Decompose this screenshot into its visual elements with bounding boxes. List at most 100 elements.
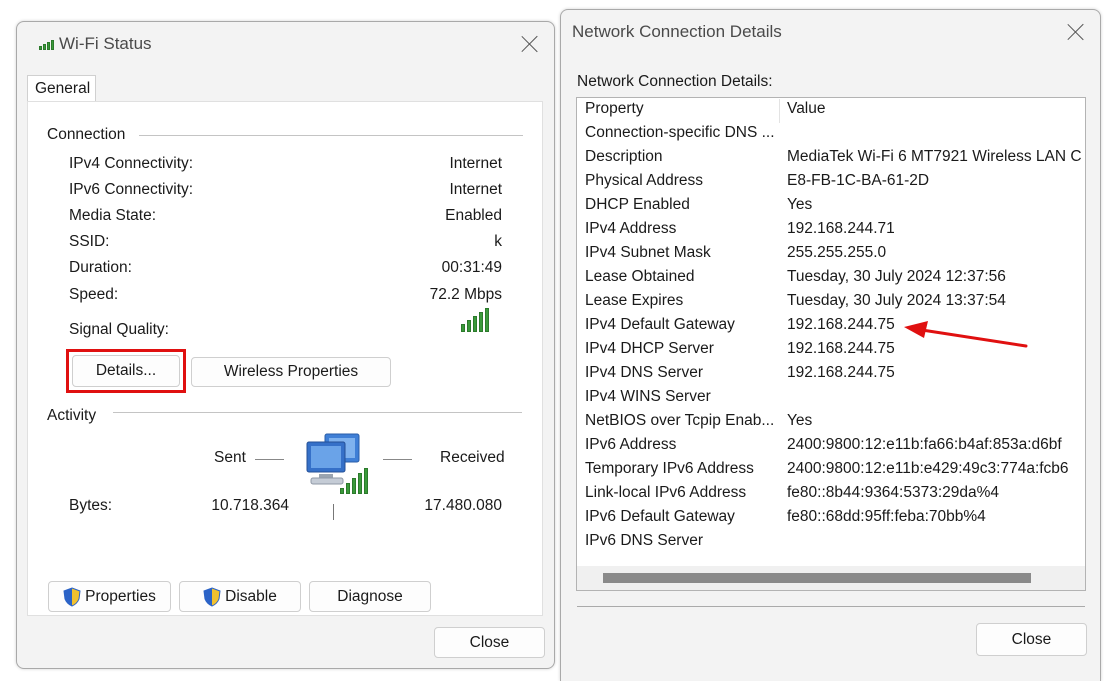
media-state-value: Enabled xyxy=(445,207,502,224)
value-cell: Tuesday, 30 July 2024 12:37:56 xyxy=(787,268,1006,285)
value-cell: 192.168.244.75 xyxy=(787,364,895,381)
value-cell: 192.168.244.75 xyxy=(787,340,895,357)
connection-divider xyxy=(139,135,523,136)
column-header-property[interactable]: Property xyxy=(585,100,781,118)
close-icon[interactable] xyxy=(1066,22,1086,42)
disable-button-label: Disable xyxy=(225,587,277,605)
property-cell: Link-local IPv6 Address xyxy=(585,484,747,501)
list-item[interactable]: DHCP Enabled Yes xyxy=(577,194,1085,218)
shield-icon xyxy=(63,586,81,607)
property-cell: Connection-specific DNS ... xyxy=(585,124,775,141)
list-item[interactable]: Description MediaTek Wi-Fi 6 MT7921 Wirel… xyxy=(577,146,1085,170)
properties-button[interactable]: Properties xyxy=(48,581,171,612)
scrollbar-thumb[interactable] xyxy=(603,573,1031,583)
wifi-status-titlebar[interactable]: Wi-Fi Status xyxy=(17,22,554,66)
property-cell: IPv6 Default Gateway xyxy=(585,508,735,525)
property-cell: IPv4 WINS Server xyxy=(585,388,711,405)
list-item[interactable]: Connection-specific DNS ... xyxy=(577,122,1085,146)
value-cell: Yes xyxy=(787,412,813,429)
duration-label: Duration: xyxy=(69,259,132,276)
tab-general[interactable]: General xyxy=(27,75,96,102)
signal-quality-label: Signal Quality: xyxy=(69,321,169,338)
bytes-received-value: 17.480.080 xyxy=(424,497,502,514)
list-item[interactable]: Lease Obtained Tuesday, 30 July 2024 12:3… xyxy=(577,266,1085,290)
value-cell: fe80::8b44:9364:5373:29da%4 xyxy=(787,484,1000,501)
list-item[interactable]: IPv6 Address 2400:9800:12:e11b:fa66:b4af:… xyxy=(577,434,1085,458)
close-icon[interactable] xyxy=(520,34,540,54)
property-cell: NetBIOS over Tcpip Enab... xyxy=(585,412,775,429)
activity-header: Activity xyxy=(47,407,97,424)
property-cell: IPv4 Subnet Mask xyxy=(585,244,711,261)
value-cell: 2400:9800:12:e11b:fa66:b4af:853a:d6bf xyxy=(787,436,1062,453)
activity-divider xyxy=(113,412,522,413)
value-cell: MediaTek Wi-Fi 6 MT7921 Wireless LAN C xyxy=(787,148,1082,165)
property-cell: Lease Obtained xyxy=(585,268,695,285)
connection-header: Connection xyxy=(47,126,126,143)
value-cell: 192.168.244.75 xyxy=(787,316,895,333)
close-button[interactable]: Close xyxy=(976,623,1087,656)
speed-value: 72.2 Mbps xyxy=(429,286,502,303)
list-item[interactable]: IPv4 WINS Server xyxy=(577,386,1085,410)
details-divider xyxy=(577,606,1085,607)
details-caption: Network Connection Details: xyxy=(577,73,773,90)
value-cell: 255.255.255.0 xyxy=(787,244,887,261)
window-title: Network Connection Details xyxy=(572,22,782,41)
properties-button-label: Properties xyxy=(85,587,156,605)
speed-label: Speed: xyxy=(69,286,119,303)
property-cell: IPv4 Default Gateway xyxy=(585,316,735,333)
wireless-properties-button[interactable]: Wireless Properties xyxy=(191,357,391,387)
received-label: Received xyxy=(440,449,505,466)
list-item[interactable]: Temporary IPv6 Address 2400:9800:12:e11b:… xyxy=(577,458,1085,482)
property-cell: IPv4 DHCP Server xyxy=(585,340,714,357)
value-cell: E8-FB-1C-BA-61-2D xyxy=(787,172,930,189)
column-header-value[interactable]: Value xyxy=(787,100,826,118)
list-item[interactable]: IPv4 Subnet Mask 255.255.255.0 xyxy=(577,242,1085,266)
list-item[interactable]: NetBIOS over Tcpip Enab... Yes xyxy=(577,410,1085,434)
activity-tick xyxy=(333,504,334,520)
property-cell: IPv6 DNS Server xyxy=(585,532,704,549)
list-item[interactable]: IPv4 Address 192.168.244.71 xyxy=(577,218,1085,242)
shield-icon xyxy=(203,586,221,607)
property-cell: IPv6 Address xyxy=(585,436,677,453)
property-cell: IPv4 Address xyxy=(585,220,677,237)
list-item[interactable]: Link-local IPv6 Address fe80::8b44:9364:5… xyxy=(577,482,1085,506)
details-button[interactable]: Details... xyxy=(72,355,180,387)
value-cell: 2400:9800:12:e11b:e429:49c3:774a:fcb6 xyxy=(787,460,1069,477)
property-cell: Temporary IPv6 Address xyxy=(585,460,754,477)
received-line xyxy=(383,459,412,460)
window-title: Wi-Fi Status xyxy=(59,34,152,53)
list-item[interactable]: IPv4 DNS Server 192.168.244.75 xyxy=(577,362,1085,386)
list-item[interactable]: IPv6 DNS Server xyxy=(577,530,1085,554)
value-cell: fe80::68dd:95ff:feba:70bb%4 xyxy=(787,508,986,525)
sent-label: Sent xyxy=(214,449,246,466)
activity-signal-icon xyxy=(340,468,368,494)
media-state-label: Media State: xyxy=(69,207,157,224)
ssid-value: k xyxy=(494,233,502,250)
horizontal-scrollbar[interactable] xyxy=(577,566,1085,590)
value-cell: Tuesday, 30 July 2024 13:37:54 xyxy=(787,292,1006,309)
list-item[interactable]: Physical Address E8-FB-1C-BA-61-2D xyxy=(577,170,1085,194)
value-cell: 192.168.244.71 xyxy=(787,220,895,237)
ipv4-connectivity-value: Internet xyxy=(449,155,502,172)
bytes-label: Bytes: xyxy=(69,497,113,514)
tab-general-label: General xyxy=(35,80,91,97)
diagnose-button[interactable]: Diagnose xyxy=(309,581,431,612)
column-divider[interactable] xyxy=(779,99,780,123)
close-button[interactable]: Close xyxy=(434,627,545,658)
wifi-signal-icon xyxy=(39,40,54,50)
sent-line xyxy=(255,459,284,460)
annotation-arrow xyxy=(904,321,1028,348)
ssid-label: SSID: xyxy=(69,233,110,250)
value-cell: Yes xyxy=(787,196,813,213)
network-details-titlebar[interactable]: Network Connection Details xyxy=(561,10,1100,54)
ipv6-connectivity-label: IPv6 Connectivity: xyxy=(69,181,194,198)
disable-button[interactable]: Disable xyxy=(179,581,301,612)
duration-value: 00:31:49 xyxy=(441,259,502,276)
ipv6-connectivity-value: Internet xyxy=(449,181,502,198)
property-cell: Lease Expires xyxy=(585,292,684,309)
list-header: Property Value xyxy=(577,98,1085,123)
property-cell: Physical Address xyxy=(585,172,704,189)
list-item[interactable]: Lease Expires Tuesday, 30 July 2024 13:37… xyxy=(577,290,1085,314)
wifi-status-window: Wi-Fi Status General Connection IPv4 Con… xyxy=(16,21,555,669)
list-item[interactable]: IPv6 Default Gateway fe80::68dd:95ff:feba… xyxy=(577,506,1085,530)
